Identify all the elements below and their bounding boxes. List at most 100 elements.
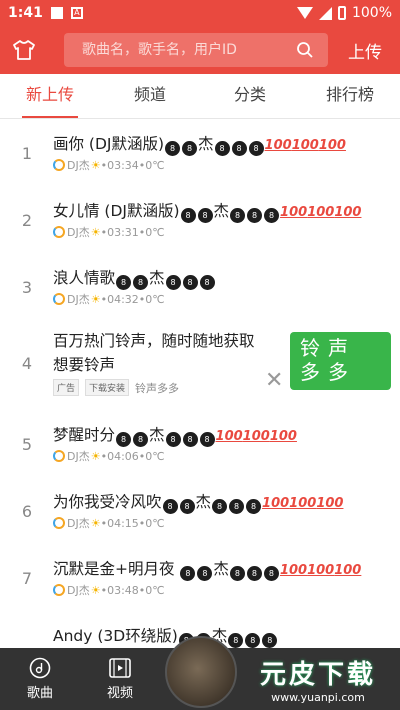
row-index: 7	[21, 569, 33, 588]
tab-channel[interactable]: 频道	[100, 74, 200, 118]
tab-ranking[interactable]: 排行榜	[300, 74, 400, 118]
upload-button[interactable]: 上传	[348, 38, 382, 63]
eight-ball-icon: 8	[248, 141, 264, 156]
music-disc-icon	[29, 657, 51, 679]
nav-video[interactable]: 视频	[80, 648, 160, 710]
status-bar: 1:41 A 100%	[0, 0, 400, 26]
song-meta: DJ杰 ☀ • 03:34 • 0℃	[53, 157, 165, 173]
eight-ball-icon: 8	[179, 499, 195, 514]
sun-icon: ☀	[90, 225, 101, 239]
hundred-points-icon: 100	[215, 429, 243, 444]
song-row[interactable]: 5 梦醒时分 8 8 杰 8 8 8 100100100 DJ杰 ☀ • 04:06 • 0℃	[0, 411, 400, 478]
eight-ball-icon: 8	[228, 633, 244, 648]
singer-word: 杰	[195, 493, 212, 511]
sun-icon: ☀	[90, 292, 101, 306]
hundred-points-icon: 100	[289, 496, 317, 511]
song-row[interactable]: 6 为你我受冷风吹 8 8 杰 8 8 8 100100100 DJ杰 ☀ • 04:15 • 0℃	[0, 478, 400, 545]
ad-row[interactable]: 4 百万热门铃声，随时随地获取想要铃声 广告 下载安装 铃声多多 ✕ 铃声多多	[0, 321, 400, 411]
song-temp: 0℃	[145, 158, 165, 172]
tab-category[interactable]: 分类	[200, 74, 300, 118]
now-playing-disc[interactable]	[165, 636, 237, 708]
eight-ball-icon: 8	[229, 499, 245, 514]
song-row[interactable]: 7 沉默是金+明月夜 8 8 杰 8 8 8 100100100 DJ杰 ☀ • 03:48 • …	[0, 545, 400, 612]
singer-word: 杰	[213, 202, 230, 220]
eight-ball-icon: 8	[199, 275, 215, 290]
eight-ball-icon: 8	[165, 141, 181, 156]
sun-icon: ☀	[90, 449, 101, 463]
song-temp: 0℃	[145, 225, 165, 239]
uploader-logo-icon	[53, 450, 65, 462]
notification-a-icon: A	[70, 7, 83, 19]
eight-ball-icon: 8	[133, 275, 149, 290]
song-title-text: Andy (3D环绕版)	[53, 627, 178, 645]
uploader-logo-icon	[53, 517, 65, 529]
eight-ball-icon: 8	[264, 208, 280, 223]
song-meta: DJ杰 ☀ • 03:48 • 0℃	[53, 582, 165, 598]
song-row[interactable]: 3 浪人情歌 8 8 杰 8 8 8 DJ杰 ☀ • 04:32 • 0℃	[0, 254, 400, 321]
singer-word: 杰	[149, 269, 165, 287]
hundred-points-icon: 100	[279, 563, 308, 578]
song-artist: DJ杰	[67, 584, 90, 597]
eight-ball-icon: 8	[165, 275, 181, 290]
ad-banner[interactable]: 铃声多多	[290, 332, 391, 390]
eight-ball-icon: 8	[197, 208, 213, 223]
song-duration: 03:48	[107, 583, 139, 597]
tab-new-upload[interactable]: 新上传	[0, 74, 100, 118]
eight-ball-icon: 8	[116, 275, 132, 290]
nav-songs[interactable]: 歌曲	[0, 648, 80, 710]
eight-ball-icon: 8	[180, 208, 196, 223]
row-index: 2	[21, 211, 33, 230]
video-icon	[109, 658, 131, 678]
eight-ball-icon: 8	[199, 432, 215, 447]
download-tag: 下载安装	[85, 379, 130, 396]
close-icon[interactable]: ✕	[265, 368, 283, 393]
song-title: 沉默是金+明月夜 8 8 杰 8 8 8 100100100	[53, 557, 361, 581]
skin-shirt-icon[interactable]	[0, 26, 48, 74]
song-temp: 0℃	[145, 583, 165, 597]
status-time: 1:41	[8, 5, 43, 21]
eight-ball-icon: 8	[214, 141, 230, 156]
song-duration: 04:15	[107, 516, 139, 530]
eight-ball-icon: 8	[245, 633, 261, 648]
tab-bar: 新上传 频道 分类 排行榜	[0, 74, 400, 119]
hundred-points-icon: 100	[334, 205, 362, 220]
ad-source: 铃声多多	[135, 381, 180, 395]
hundred-points-icon: 100	[280, 205, 308, 220]
song-title: Andy (3D环绕版)88杰888	[53, 624, 278, 648]
eight-ball-icon: 8	[182, 275, 198, 290]
song-row[interactable]: 1 画你 (DJ默涵版) 8 8 杰 8 8 8 100100100 DJ杰 ☀ • 03:34 •…	[0, 120, 400, 187]
song-duration: 03:31	[107, 225, 139, 239]
battery-icon	[337, 6, 346, 20]
search-icon[interactable]	[296, 41, 314, 63]
song-title-text: 画你 (DJ默涵版)	[53, 135, 165, 153]
song-title-text: 浪人情歌	[53, 269, 116, 287]
song-duration: 03:34	[107, 158, 139, 172]
song-meta: DJ杰 ☀ • 04:15 • 0℃	[53, 515, 165, 531]
sun-icon: ☀	[90, 158, 101, 172]
eight-ball-icon: 8	[262, 633, 278, 648]
ad-text: 百万热门铃声，随时随地获取想要铃声	[53, 332, 255, 374]
watermark-title: 元皮下载	[259, 660, 376, 690]
hundred-points-icon: 100	[242, 429, 270, 444]
hundred-points-icon: 100	[318, 138, 346, 153]
eight-ball-icon: 8	[162, 499, 178, 514]
song-temp: 0℃	[145, 449, 165, 463]
song-list: 1 画你 (DJ默涵版) 8 8 杰 8 8 8 100100100 DJ杰 ☀ • 03:34 •…	[0, 120, 400, 648]
nav-video-label: 视频	[106, 686, 133, 701]
eight-ball-icon: 8	[180, 566, 196, 581]
search-input[interactable]	[82, 42, 292, 58]
hundred-points-icon: 100	[316, 496, 344, 511]
notification-square-icon	[50, 7, 63, 19]
song-row[interactable]: 2 女儿情 (DJ默涵版) 8 8 杰 8 8 8 100100100 DJ杰 ☀ • 03:31 …	[0, 187, 400, 254]
search-box[interactable]	[64, 33, 328, 67]
singer-word: 杰	[198, 135, 214, 153]
eight-ball-icon: 8	[197, 566, 213, 581]
eight-ball-icon: 8	[247, 208, 263, 223]
battery-level: 100%	[351, 5, 392, 21]
singer-word: 杰	[149, 426, 165, 444]
eight-ball-icon: 8	[229, 566, 245, 581]
uploader-logo-icon	[53, 293, 65, 305]
song-duration: 04:06	[107, 449, 139, 463]
eight-ball-icon: 8	[231, 141, 247, 156]
row-index: 6	[21, 502, 33, 521]
